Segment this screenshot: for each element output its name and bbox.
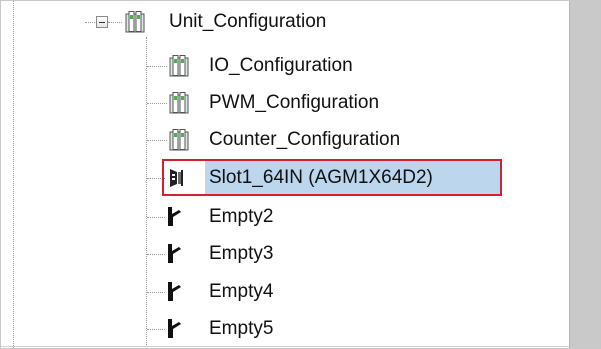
tree-connector — [147, 329, 165, 330]
tree-node-counter-configuration[interactable]: Counter_Configuration — [209, 125, 400, 155]
device-tree: Unit_Configuration IO_Configuration PWM_… — [1, 1, 569, 348]
tree-node-label: Unit_Configuration — [169, 11, 327, 32]
panel-divider — [1, 346, 569, 347]
collapse-toggle[interactable] — [96, 16, 108, 28]
tree-node-empty4[interactable]: Empty4 — [209, 277, 273, 307]
tree-connector — [147, 66, 167, 67]
tree-connector — [147, 292, 165, 293]
module-folder-icon — [125, 11, 145, 33]
vertical-scrollbar[interactable] — [569, 1, 600, 348]
tree-node-empty2[interactable]: Empty2 — [209, 202, 273, 232]
empty-slot-icon — [168, 282, 181, 301]
tree-node-empty5[interactable]: Empty5 — [209, 314, 273, 344]
tree-node-label: Counter_Configuration — [209, 129, 401, 150]
tree-node-label: Empty4 — [209, 281, 274, 302]
tree-connector — [108, 22, 122, 23]
tree-connector — [147, 217, 165, 218]
tree-node-label: Empty2 — [209, 206, 274, 227]
tree-connector — [146, 37, 147, 345]
module-folder-icon — [169, 55, 189, 77]
empty-slot-icon — [168, 319, 181, 338]
tree-node-label: Empty3 — [209, 243, 274, 264]
tree-node-pwm-configuration[interactable]: PWM_Configuration — [209, 88, 379, 118]
tree-connector — [147, 254, 165, 255]
tree-node-io-configuration[interactable]: IO_Configuration — [209, 51, 353, 81]
tree-connector — [147, 103, 167, 104]
tree-guide-line — [13, 1, 14, 348]
empty-slot-icon — [168, 207, 181, 226]
tree-node-label: IO_Configuration — [209, 55, 353, 76]
tree-connector — [147, 140, 167, 141]
tree-node-unit-configuration[interactable]: Unit_Configuration — [169, 7, 326, 37]
highlight-box — [162, 159, 502, 196]
tree-connector — [85, 22, 95, 23]
empty-slot-icon — [168, 244, 181, 263]
tree-node-label: PWM_Configuration — [209, 92, 380, 113]
module-folder-icon — [169, 129, 189, 151]
tree-node-label: Empty5 — [209, 318, 274, 339]
device-tree-panel: Unit_Configuration IO_Configuration PWM_… — [0, 0, 601, 349]
tree-node-empty3[interactable]: Empty3 — [209, 239, 273, 269]
module-folder-icon — [169, 92, 189, 114]
